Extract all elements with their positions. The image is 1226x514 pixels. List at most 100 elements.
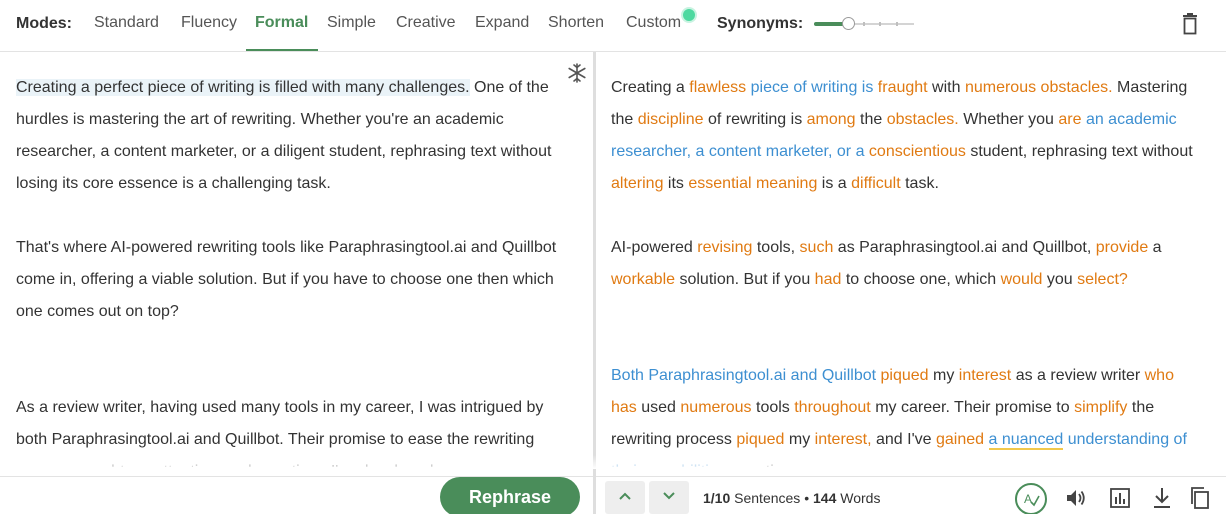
- mode-tab-shorten[interactable]: Shorten: [548, 14, 604, 32]
- rephrase-button[interactable]: Rephrase: [440, 477, 580, 514]
- changed-word[interactable]: fraught: [878, 79, 928, 96]
- changed-word[interactable]: interest,: [815, 431, 872, 448]
- changed-word[interactable]: discipline: [638, 111, 704, 128]
- mode-tab-standard[interactable]: Standard: [94, 14, 159, 32]
- output-text: my: [928, 367, 959, 384]
- freeze-words-icon[interactable]: [566, 62, 588, 84]
- changed-word[interactable]: had: [815, 271, 842, 288]
- slider-tick: [879, 22, 881, 26]
- changed-word[interactable]: are: [1058, 111, 1081, 128]
- active-sentence-highlight: Creating a perfect piece of writing is f…: [16, 79, 470, 96]
- output-text: task.: [900, 175, 939, 192]
- changed-word[interactable]: simplify: [1074, 399, 1127, 416]
- input-pane[interactable]: Creating a perfect piece of writing is f…: [0, 52, 593, 467]
- output-text: my career. Their promise to: [870, 399, 1075, 416]
- words-label: Words: [836, 490, 881, 506]
- output-text: of rewriting is: [703, 111, 807, 128]
- changed-word[interactable]: throughout: [794, 399, 871, 416]
- synonyms-label: Synonyms:: [717, 15, 804, 32]
- slider-thumb[interactable]: [842, 17, 855, 30]
- output-text: student, rephrasing text without: [965, 143, 1193, 160]
- copy-icon[interactable]: [1186, 484, 1214, 512]
- output-text: you: [1042, 271, 1078, 288]
- output-text: to choose one, which: [841, 271, 1001, 288]
- chevron-up-icon: [619, 492, 631, 500]
- changed-word[interactable]: flawless: [689, 79, 746, 96]
- changed-word[interactable]: essential meaning: [688, 175, 817, 192]
- grammar-check-button[interactable]: A: [1015, 483, 1047, 514]
- word-count: 144: [813, 490, 837, 506]
- output-text: its: [663, 175, 689, 192]
- changed-word[interactable]: workable: [611, 271, 675, 288]
- changed-word[interactable]: such: [800, 239, 834, 256]
- output-paragraph-2: AI-powered revising tools, such as Parap…: [611, 232, 1201, 296]
- changed-word[interactable]: would: [1001, 271, 1043, 288]
- changed-word[interactable]: conscientious: [869, 143, 966, 160]
- mode-tab-formal[interactable]: Formal: [255, 14, 308, 32]
- changed-word[interactable]: interest: [959, 367, 1011, 384]
- output-text: is a: [817, 175, 852, 192]
- changed-word[interactable]: numerous obstacles.: [965, 79, 1113, 96]
- slider-tick: [896, 22, 898, 26]
- changed-word[interactable]: numerous: [680, 399, 751, 416]
- output-text: as Paraphrasingtool.ai and Quillbot,: [833, 239, 1096, 256]
- text-fade: [0, 455, 1226, 469]
- output-text: tools,: [752, 239, 800, 256]
- mode-tab-custom[interactable]: Custom: [626, 14, 681, 32]
- output-pane: Creating a flawless piece of writing is …: [596, 52, 1226, 467]
- output-text: Whether you: [958, 111, 1059, 128]
- output-text: AI-powered: [611, 239, 698, 256]
- input-paragraph-1[interactable]: Creating a perfect piece of writing is f…: [16, 72, 561, 200]
- structural-change[interactable]: Both Paraphrasingtool.ai and Quillbot: [611, 367, 876, 384]
- output-text: my: [784, 431, 815, 448]
- output-text: Creating a: [611, 79, 690, 96]
- changed-word[interactable]: provide: [1096, 239, 1148, 256]
- sentence-word-count: 1/10 Sentences • 144 Words: [703, 490, 880, 506]
- changed-word[interactable]: altering: [611, 175, 663, 192]
- sentence-position: 1/10: [703, 490, 731, 506]
- next-sentence-button[interactable]: [649, 481, 689, 514]
- input-paragraph-2[interactable]: That's where AI-powered rewriting tools …: [16, 232, 561, 328]
- statistics-icon[interactable]: [1106, 484, 1134, 512]
- svg-text:A: A: [1024, 492, 1032, 506]
- mode-tab-creative[interactable]: Creative: [396, 14, 456, 32]
- synonyms-slider[interactable]: [814, 17, 914, 30]
- changed-word[interactable]: obstacles.: [887, 111, 959, 128]
- output-paragraph-3: Both Paraphrasingtool.ai and Quillbot pi…: [611, 360, 1201, 467]
- output-text: solution. But if you: [675, 271, 815, 288]
- output-text: the: [855, 111, 887, 128]
- download-icon[interactable]: [1148, 484, 1176, 512]
- mode-tab-fluency[interactable]: Fluency: [181, 14, 237, 32]
- changed-word[interactable]: piqued: [736, 431, 784, 448]
- active-tab-indicator: [246, 49, 318, 51]
- modes-label: Modes:: [16, 15, 72, 32]
- output-text: used: [636, 399, 681, 416]
- grammar-check-icon: A: [1024, 492, 1040, 507]
- previous-sentence-button[interactable]: [605, 481, 645, 514]
- changed-word[interactable]: piqued: [881, 367, 929, 384]
- sentences-label: Sentences: [730, 490, 801, 506]
- structural-change[interactable]: a nuanced: [988, 431, 1064, 450]
- output-text: as a review writer: [1011, 367, 1145, 384]
- chevron-down-icon: [663, 492, 675, 500]
- trash-icon[interactable]: [1180, 13, 1200, 35]
- modes-toolbar: Modes: Standard Fluency Formal Simple Cr…: [0, 0, 1226, 52]
- structural-change[interactable]: piece of writing is: [751, 79, 874, 96]
- changed-word[interactable]: select?: [1077, 271, 1128, 288]
- count-separator: •: [800, 490, 813, 506]
- changed-word[interactable]: difficult: [851, 175, 901, 192]
- output-paragraph-1: Creating a flawless piece of writing is …: [611, 72, 1201, 200]
- speaker-icon[interactable]: [1062, 484, 1090, 512]
- output-text: a: [1148, 239, 1162, 256]
- mode-tab-expand[interactable]: Expand: [475, 14, 529, 32]
- new-feature-dot: [683, 9, 695, 21]
- output-text: tools: [751, 399, 795, 416]
- slider-tick: [863, 22, 865, 26]
- changed-word[interactable]: revising: [697, 239, 752, 256]
- output-text: with: [927, 79, 965, 96]
- changed-word[interactable]: gained: [936, 431, 984, 448]
- output-text: and I've: [871, 431, 936, 448]
- mode-tab-simple[interactable]: Simple: [327, 14, 376, 32]
- changed-word[interactable]: among: [807, 111, 856, 128]
